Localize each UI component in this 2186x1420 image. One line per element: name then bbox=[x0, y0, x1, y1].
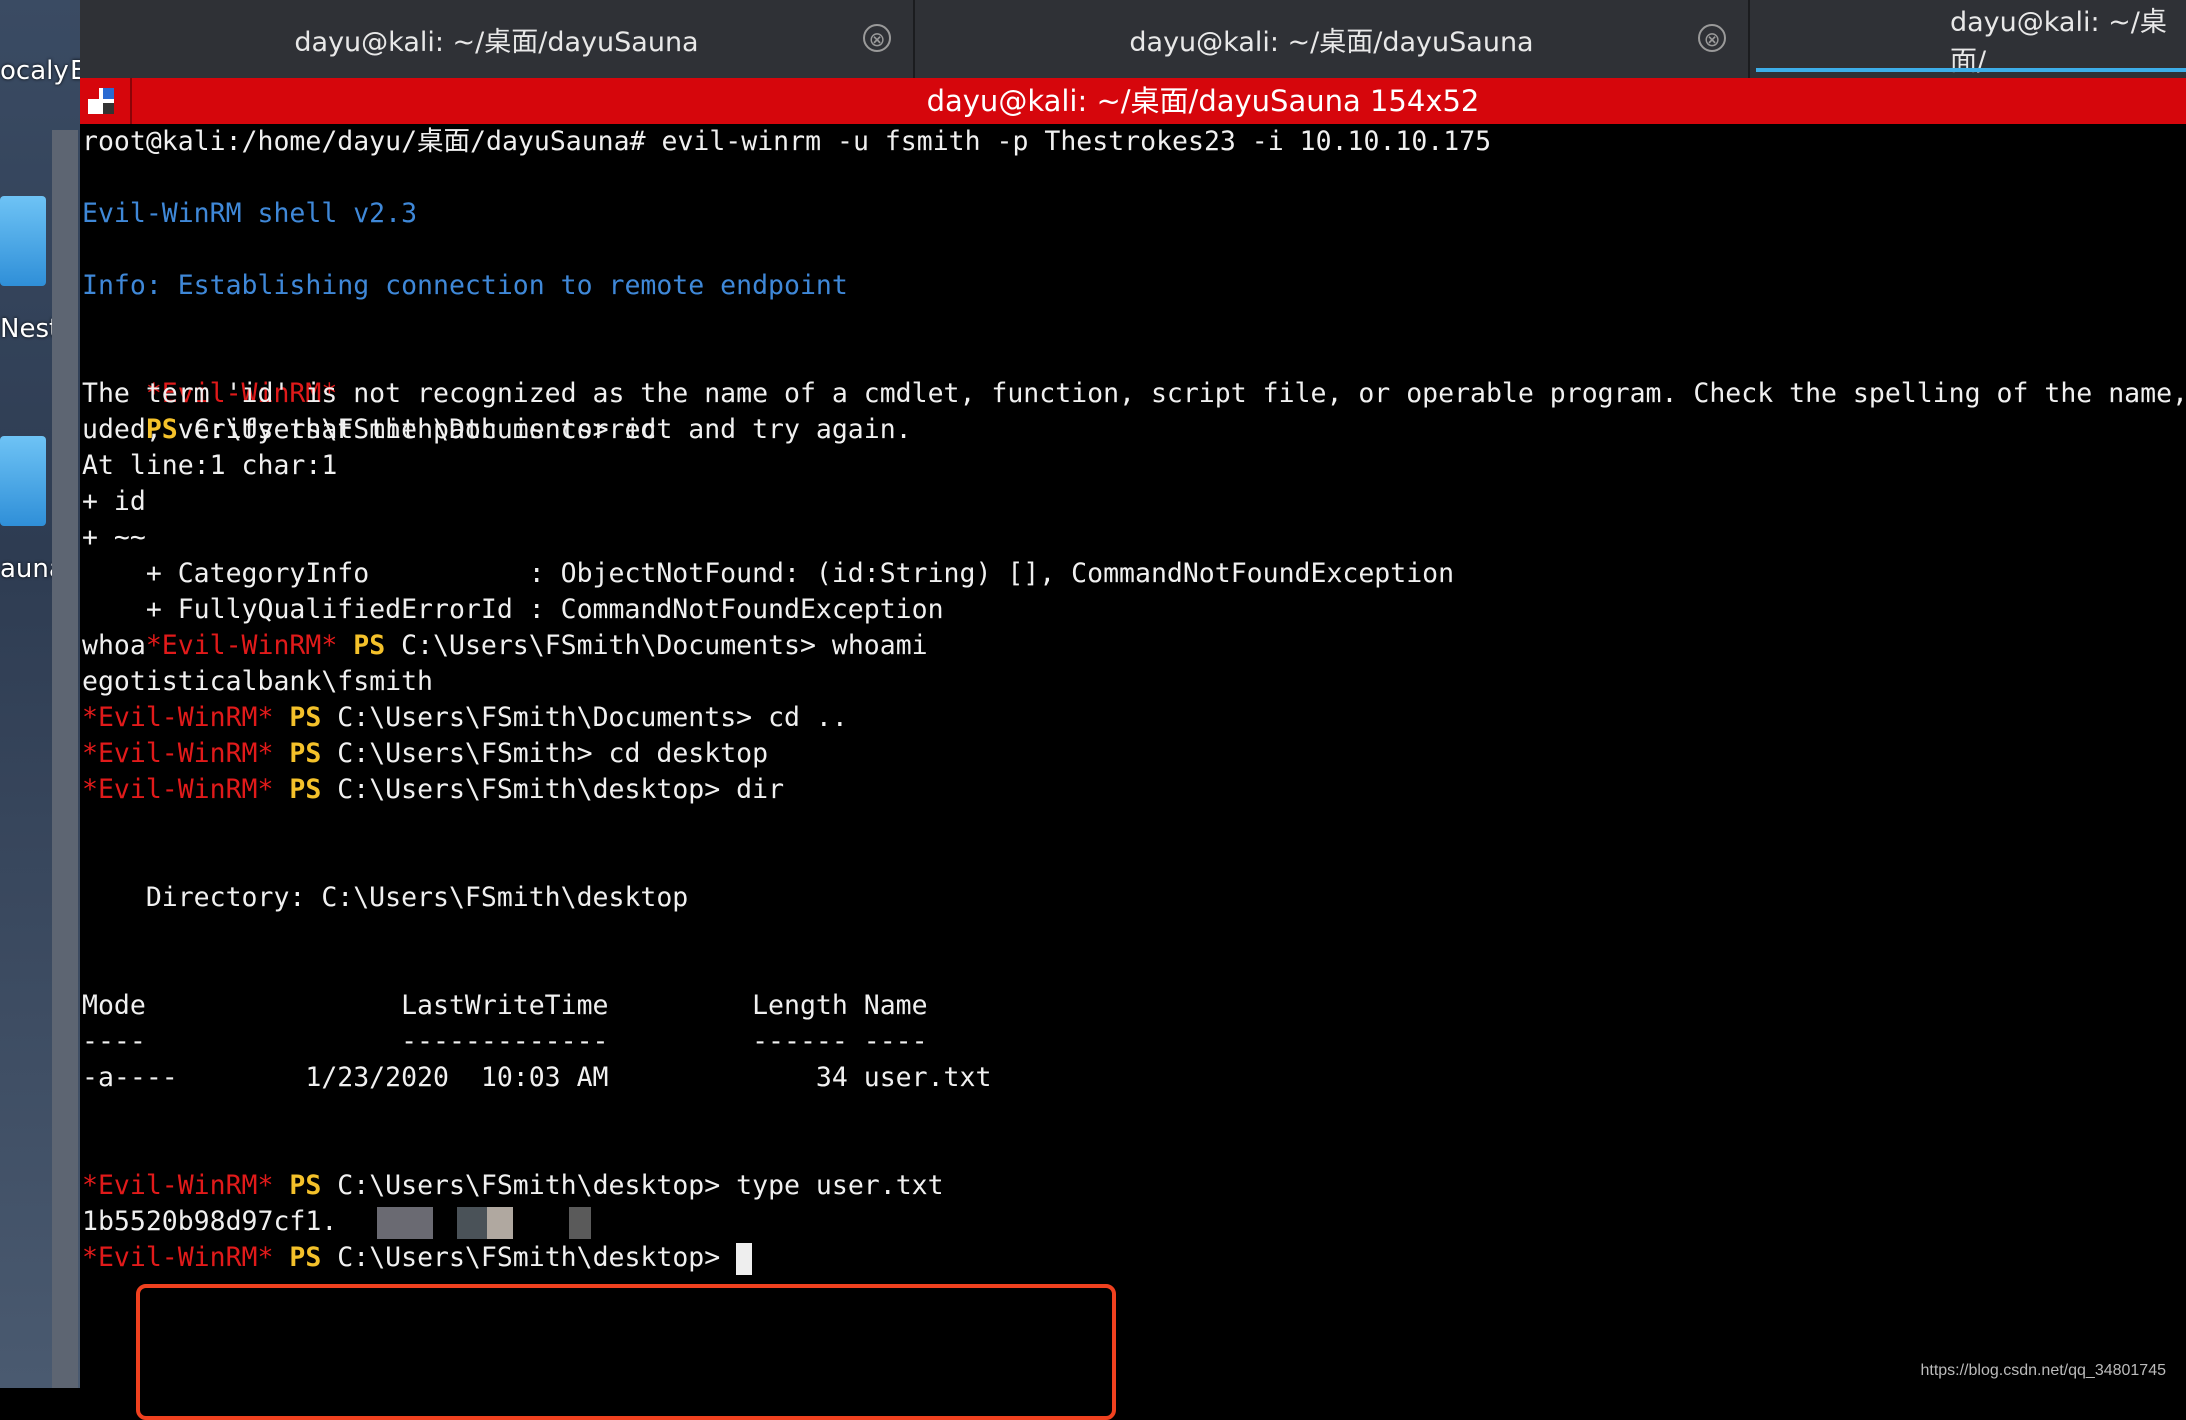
watermark: https://blog.csdn.net/qq_34801745 bbox=[1920, 1362, 2166, 1379]
terminal-line: *Evil-WinRM* PS C:\Users\FSmith\Document… bbox=[82, 700, 848, 736]
desktop-sidebar: ocaly E Nest auna bbox=[0, 0, 80, 1388]
tab-label: dayu@kali: ~/桌面/dayuSauna bbox=[1129, 26, 1534, 58]
terminal-line: Mode LastWriteTime Length Name bbox=[82, 990, 928, 1021]
prompt-tag: *Evil-WinRM* bbox=[82, 1170, 274, 1201]
desktop-label: E bbox=[70, 56, 80, 86]
terminal-line: *Evil-WinRM* PS C:\Users\FSmith\desktop>… bbox=[82, 772, 784, 808]
prompt-command: C:\Users\FSmith\desktop> type user.txt bbox=[321, 1170, 944, 1201]
annotation-highlight-box bbox=[136, 1284, 1116, 1420]
prompt-command: C:\Users\FSmith\Documents> whoami bbox=[385, 630, 928, 661]
prompt-tag: *Evil-WinRM* bbox=[82, 774, 274, 805]
terminal-line: ---- ------------- ------ ---- bbox=[82, 1026, 928, 1057]
prompt-tag: *Evil-WinRM* bbox=[145, 630, 338, 661]
redaction-block bbox=[569, 1206, 592, 1239]
folder-icon[interactable] bbox=[0, 196, 46, 286]
terminal-output[interactable]: root@kali:/home/dayu/桌面/dayuSauna# evil-… bbox=[80, 124, 2186, 1420]
desktop-label: ocaly bbox=[0, 56, 69, 86]
prompt-tag: *Evil-WinRM* bbox=[82, 702, 274, 733]
prompt-ps: PS bbox=[289, 1242, 322, 1273]
terminal-line: Evil-WinRM shell v2.3 bbox=[82, 198, 418, 229]
terminal-line: whoa*Evil-WinRM* PS C:\Users\FSmith\Docu… bbox=[82, 628, 928, 664]
close-icon[interactable]: ⊗ bbox=[863, 24, 891, 52]
folder-icon[interactable] bbox=[0, 436, 46, 526]
redaction-block bbox=[457, 1206, 488, 1239]
terminal-line: *Evil-WinRM* PS C:\Users\FSmith\Document… bbox=[82, 340, 657, 445]
prompt-tag: *Evil-WinRM* bbox=[82, 1242, 274, 1273]
tab-terminal-3[interactable]: dayu@kali: ~/桌面/ bbox=[1750, 0, 2186, 78]
prompt-ps: PS bbox=[289, 774, 322, 805]
terminal-line: -a---- 1/23/2020 10:03 AM 34 user.txt bbox=[82, 1062, 992, 1093]
terminal-line: At line:1 char:1 bbox=[82, 450, 338, 481]
prompt-command: C:\Users\FSmith\desktop> bbox=[321, 1242, 737, 1273]
text-cursor bbox=[736, 1242, 753, 1275]
terminal-line: Info: Establishing connection to remote … bbox=[82, 270, 848, 301]
desktop-label: Nest bbox=[0, 314, 60, 344]
tab-bar: dayu@kali: ~/桌面/dayuSauna ⊗ dayu@kali: ~… bbox=[80, 0, 2186, 79]
prompt-command: C:\Users\FSmith\desktop> dir bbox=[321, 774, 785, 805]
tab-label: dayu@kali: ~/桌面/ bbox=[1950, 7, 2167, 77]
typed-text: whoa bbox=[82, 630, 146, 661]
close-icon[interactable]: ⊗ bbox=[1698, 24, 1726, 52]
terminal-line: *Evil-WinRM* PS C:\Users\FSmith\desktop> bbox=[82, 1240, 753, 1276]
terminal-line: 1b5520b98d97cf1. bbox=[82, 1204, 592, 1240]
redaction-block bbox=[377, 1206, 434, 1239]
tab-label: dayu@kali: ~/桌面/dayuSauna bbox=[294, 26, 699, 58]
tab-terminal-1[interactable]: dayu@kali: ~/桌面/dayuSauna ⊗ bbox=[80, 0, 915, 78]
flag-hash: 1b5520b98d97cf1. bbox=[82, 1206, 338, 1237]
window-titlebar[interactable]: dayu@kali: ~/桌面/dayuSauna 154x52 bbox=[80, 78, 2186, 124]
prompt-ps: PS bbox=[289, 1170, 322, 1201]
terminal-line: egotisticalbank\fsmith bbox=[82, 666, 433, 697]
terminal-line: + ~~ bbox=[82, 522, 146, 553]
prompt-command: C:\Users\FSmith> cd desktop bbox=[321, 738, 769, 769]
terminal-line: root@kali:/home/dayu/桌面/dayuSauna# evil-… bbox=[82, 126, 1492, 157]
prompt-ps: PS bbox=[289, 702, 322, 733]
terminal-line: *Evil-WinRM* PS C:\Users\FSmith> cd desk… bbox=[82, 736, 768, 772]
terminal-line: Directory: C:\Users\FSmith\desktop bbox=[82, 882, 689, 913]
terminal-line: The term 'id' is not recognized as the n… bbox=[82, 378, 2186, 409]
terminal-line: uded, verify that the path is correct an… bbox=[82, 414, 912, 445]
terminal-line: + FullyQualifiedErrorId : CommandNotFoun… bbox=[82, 594, 944, 625]
terminal-line: *Evil-WinRM* PS C:\Users\FSmith\desktop>… bbox=[82, 1168, 944, 1204]
window-title: dayu@kali: ~/桌面/dayuSauna 154x52 bbox=[926, 84, 1480, 118]
prompt-command: C:\Users\FSmith\Documents> cd .. bbox=[321, 702, 848, 733]
terminal-line: + CategoryInfo : ObjectNotFound: (id:Str… bbox=[82, 558, 1455, 589]
prompt-ps: PS bbox=[353, 630, 386, 661]
prompt-tag: *Evil-WinRM* bbox=[82, 738, 274, 769]
redaction-block bbox=[487, 1206, 514, 1239]
window-edge bbox=[52, 130, 78, 1388]
tab-terminal-2[interactable]: dayu@kali: ~/桌面/dayuSauna ⊗ bbox=[915, 0, 1750, 78]
prompt-ps: PS bbox=[289, 738, 322, 769]
terminal-line: + id bbox=[82, 486, 146, 517]
